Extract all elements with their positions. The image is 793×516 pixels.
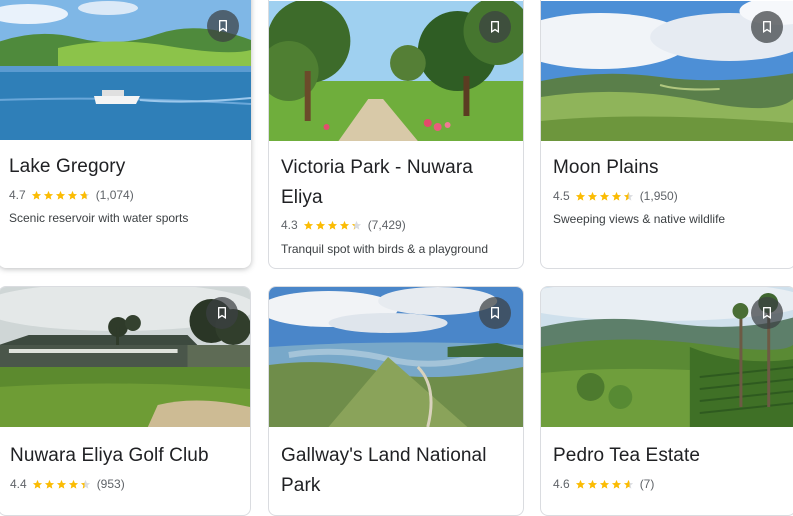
star-icon: [79, 190, 89, 200]
star-icon: [80, 479, 90, 489]
save-button[interactable]: [751, 11, 783, 43]
star-icon: [599, 479, 609, 489]
bookmark-icon: [214, 305, 230, 321]
star-icon: [599, 191, 609, 201]
star-rating: [31, 190, 91, 201]
star-icon: [32, 479, 42, 489]
place-card-moon-plains[interactable]: Moon Plains 4.5 (1,950) Sweeping views &…: [540, 0, 793, 269]
save-button[interactable]: [479, 11, 511, 43]
star-icon: [575, 479, 585, 489]
star-icon: [611, 479, 621, 489]
rating-value: 4.6: [553, 477, 570, 491]
place-description: Scenic reservoir with water sports: [9, 211, 189, 225]
place-title[interactable]: Pedro Tea Estate: [553, 441, 783, 471]
star-icon: [43, 190, 53, 200]
place-card-pedro-tea-estate[interactable]: Pedro Tea Estate 4.6 (7): [540, 286, 793, 516]
rating-row: 4.7 (1,074): [9, 187, 239, 203]
star-icon: [623, 191, 633, 201]
star-icon: [44, 479, 54, 489]
star-rating: [32, 479, 92, 490]
star-icon: [575, 191, 585, 201]
star-icon: [623, 479, 633, 489]
star-icon: [327, 220, 337, 230]
star-icon: [315, 220, 325, 230]
place-description: Tranquil spot with birds & a playground: [281, 242, 488, 256]
bookmark-icon: [487, 305, 503, 321]
place-card-victoria-park[interactable]: Victoria Park - Nuwara Eliya 4.3 (7,429)…: [268, 0, 524, 269]
star-icon: [339, 220, 349, 230]
place-title[interactable]: Victoria Park - Nuwara Eliya: [281, 153, 511, 213]
rating-value: 4.7: [9, 188, 26, 202]
rating-row: 4.5 (1,950): [553, 188, 783, 204]
star-icon: [587, 479, 597, 489]
review-count[interactable]: (7): [640, 477, 655, 491]
star-icon: [611, 191, 621, 201]
review-count[interactable]: (1,074): [96, 188, 134, 202]
star-icon: [68, 479, 78, 489]
bookmark-icon: [759, 305, 775, 321]
rating-row: 4.3 (7,429): [281, 217, 511, 233]
rating-row: 4.6 (7): [553, 476, 783, 492]
save-button[interactable]: [207, 10, 239, 42]
place-title[interactable]: Nuwara Eliya Golf Club: [10, 441, 238, 471]
save-button[interactable]: [479, 297, 511, 329]
star-icon: [67, 190, 77, 200]
rating-row: 4.4 (953): [10, 476, 238, 492]
save-button[interactable]: [206, 297, 238, 329]
star-icon: [587, 191, 597, 201]
star-icon: [303, 220, 313, 230]
place-card-golf-club[interactable]: Nuwara Eliya Golf Club 4.4 (953): [0, 286, 251, 516]
place-title[interactable]: Moon Plains: [553, 153, 783, 183]
star-rating: [575, 191, 635, 202]
star-icon: [55, 190, 65, 200]
place-title[interactable]: Lake Gregory: [9, 152, 239, 182]
bookmark-icon: [759, 19, 775, 35]
bookmark-icon: [215, 18, 231, 34]
star-icon: [351, 220, 361, 230]
bookmark-icon: [487, 19, 503, 35]
review-count[interactable]: (953): [97, 477, 125, 491]
place-card-gallways-land[interactable]: Gallway's Land National Park: [268, 286, 524, 516]
review-count[interactable]: (1,950): [640, 189, 678, 203]
rating-value: 4.5: [553, 189, 570, 203]
star-rating: [303, 220, 363, 231]
place-description: Sweeping views & native wildlife: [553, 212, 726, 226]
place-title[interactable]: Gallway's Land National Park: [281, 441, 511, 501]
place-card-lake-gregory[interactable]: Lake Gregory 4.7 (1,074) Scenic reservoi…: [0, 0, 251, 268]
rating-value: 4.3: [281, 218, 298, 232]
star-rating: [575, 479, 635, 490]
review-count[interactable]: (7,429): [368, 218, 406, 232]
star-icon: [56, 479, 66, 489]
save-button[interactable]: [751, 297, 783, 329]
star-icon: [31, 190, 41, 200]
rating-value: 4.4: [10, 477, 27, 491]
